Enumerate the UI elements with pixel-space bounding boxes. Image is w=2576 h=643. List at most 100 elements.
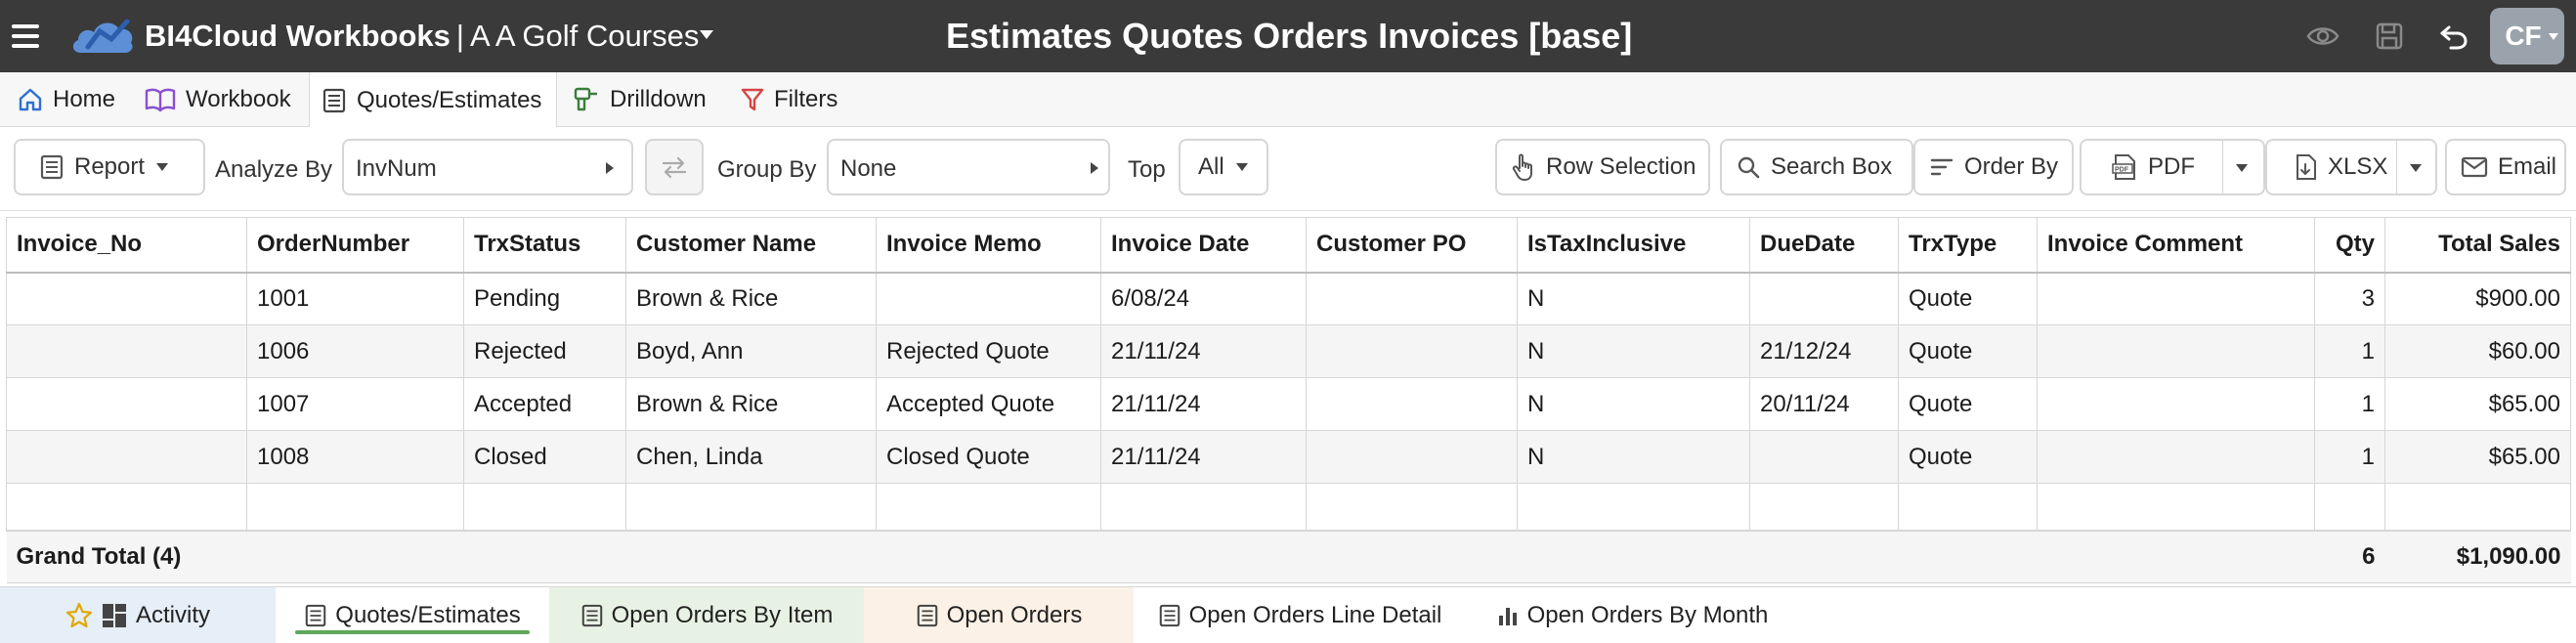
column-header[interactable]: Total Sales: [2384, 217, 2571, 274]
sheet-tab-activity[interactable]: Activity: [0, 587, 276, 643]
column-header[interactable]: TrxType: [1898, 217, 2038, 274]
results-table: Invoice_No OrderNumber TrxStatus Custome…: [6, 217, 2571, 583]
table-cell: $900.00: [2384, 272, 2571, 325]
tab-workbook[interactable]: Workbook: [145, 72, 291, 127]
tab-home[interactable]: Home: [18, 72, 115, 127]
table-cell: [1306, 272, 1518, 325]
column-header[interactable]: IsTaxInclusive: [1517, 217, 1750, 274]
table-row[interactable]: 1008 Closed Chen, Linda Closed Quote 21/…: [6, 430, 2571, 484]
tab-drilldown[interactable]: Drilldown: [573, 72, 707, 127]
tab-drilldown-label: Drilldown: [610, 86, 707, 112]
column-header[interactable]: Invoice_No: [6, 217, 247, 274]
chevron-down-icon[interactable]: [2410, 164, 2422, 172]
table-cell: 21/11/24: [1100, 324, 1307, 378]
order-by-button[interactable]: Order By: [1913, 139, 2074, 195]
row-selection-button[interactable]: Row Selection: [1495, 139, 1710, 195]
sheet-tab-open-orders-by-item-label: Open Orders By Item: [611, 602, 834, 628]
group-by-select[interactable]: None: [827, 139, 1110, 195]
table-cell: 1001: [246, 272, 464, 325]
star-icon: [65, 602, 93, 628]
column-header[interactable]: TrxStatus: [463, 217, 626, 274]
toolbar: Report Analyze By InvNum Group By None T…: [0, 127, 2576, 211]
table-cell: 21/12/24: [1749, 324, 1899, 378]
download-file-icon: [2297, 154, 2316, 180]
split-divider: [2222, 141, 2223, 193]
column-header[interactable]: Qty: [2314, 217, 2385, 274]
table-cell: Boyd, Ann: [625, 324, 877, 378]
undo-icon[interactable]: [2437, 20, 2470, 53]
hamburger-menu-icon[interactable]: [12, 20, 45, 53]
table-cell: [2384, 483, 2571, 531]
chevron-down-icon[interactable]: [2236, 164, 2248, 172]
tab-filters-label: Filters: [774, 86, 838, 112]
table-cell: 1008: [246, 430, 464, 484]
tab-filters[interactable]: Filters: [741, 72, 837, 127]
table-cell: [6, 324, 247, 378]
column-header[interactable]: Customer PO: [1306, 217, 1518, 274]
report-icon: [322, 88, 346, 112]
table-cell: [1306, 483, 1518, 531]
sheet-tab-bar: Activity Quotes/Estimates Open Orders By…: [0, 586, 2576, 643]
tab-quotes-estimates[interactable]: Quotes/Estimates: [309, 72, 557, 128]
save-icon[interactable]: [2373, 20, 2406, 53]
email-button[interactable]: Email: [2445, 139, 2566, 195]
app-brand[interactable]: BI4Cloud Workbooks | A A Golf Courses: [145, 19, 699, 54]
split-divider: [2396, 141, 2397, 193]
swap-axes-button[interactable]: [645, 139, 704, 195]
sheet-tab-open-orders[interactable]: Open Orders: [864, 587, 1134, 643]
column-header[interactable]: Invoice Comment: [2037, 217, 2315, 274]
table-cell: [6, 430, 247, 484]
table-cell: Quote: [1898, 377, 2038, 431]
table-row[interactable]: 1007 Accepted Brown & Rice Accepted Quot…: [6, 377, 2571, 431]
envelope-icon: [2461, 156, 2488, 178]
grand-total-qty: 6: [2314, 529, 2385, 583]
xlsx-export-button[interactable]: XLSX: [2265, 139, 2437, 195]
table-cell: Brown & Rice: [625, 377, 877, 431]
bar-chart-icon: [1498, 608, 1517, 625]
sheet-tab-open-orders-by-item[interactable]: Open Orders By Item: [549, 587, 864, 643]
avatar-caret-icon: [2549, 33, 2558, 40]
report-icon: [306, 604, 326, 627]
table-cell: [1100, 483, 1307, 531]
dashboard-icon: [102, 604, 126, 627]
table-cell: [1306, 324, 1518, 378]
column-header[interactable]: OrderNumber: [246, 217, 464, 274]
table-cell: Accepted Quote: [876, 377, 1101, 431]
table-cell: [1898, 483, 2038, 531]
report-button[interactable]: Report: [14, 139, 205, 195]
sheet-tab-open-orders-line-detail[interactable]: Open Orders Line Detail: [1134, 587, 1466, 643]
user-avatar[interactable]: CF: [2490, 8, 2564, 64]
table-cell: [1749, 272, 1899, 325]
book-icon: [145, 88, 176, 112]
table-cell: [2037, 430, 2315, 484]
table-cell: 1: [2314, 377, 2385, 431]
table-cell: [6, 377, 247, 431]
top-select[interactable]: All: [1179, 139, 1268, 195]
xlsx-label: XLSX: [2328, 153, 2388, 180]
search-box-button[interactable]: Search Box: [1720, 139, 1913, 195]
pointer-hand-icon: [1512, 153, 1532, 181]
workspace-dropdown-icon[interactable]: [700, 30, 713, 39]
sheet-tab-quotes-estimates[interactable]: Quotes/Estimates: [276, 587, 549, 643]
analyze-by-select[interactable]: InvNum: [342, 139, 633, 195]
grand-total-row: Grand Total (4) 6 $1,090.00: [6, 529, 2571, 583]
column-header[interactable]: Customer Name: [625, 217, 877, 274]
column-header[interactable]: Invoice Memo: [876, 217, 1101, 274]
table-cell: 1006: [246, 324, 464, 378]
column-header[interactable]: Invoice Date: [1100, 217, 1307, 274]
pdf-export-button[interactable]: PDF PDF: [2080, 139, 2265, 195]
table-cell: 1: [2314, 324, 2385, 378]
sheet-tab-open-orders-by-month[interactable]: Open Orders By Month: [1466, 587, 1798, 643]
eye-icon[interactable]: [2306, 20, 2340, 53]
table-row[interactable]: 1006 Rejected Boyd, Ann Rejected Quote 2…: [6, 324, 2571, 378]
table-cell: N: [1517, 272, 1750, 325]
pdf-file-icon: PDF: [2112, 154, 2135, 180]
avatar-initials: CF: [2505, 21, 2542, 51]
sheet-tab-quotes-estimates-label: Quotes/Estimates: [335, 602, 521, 628]
table-cell: [1306, 430, 1518, 484]
swap-arrows-icon: [662, 156, 687, 179]
group-by-label: Group By: [717, 156, 817, 183]
active-tab-underline: [295, 630, 530, 634]
column-header[interactable]: DueDate: [1749, 217, 1899, 274]
table-row[interactable]: 1001 Pending Brown & Rice 6/08/24 N Quot…: [6, 272, 2571, 325]
